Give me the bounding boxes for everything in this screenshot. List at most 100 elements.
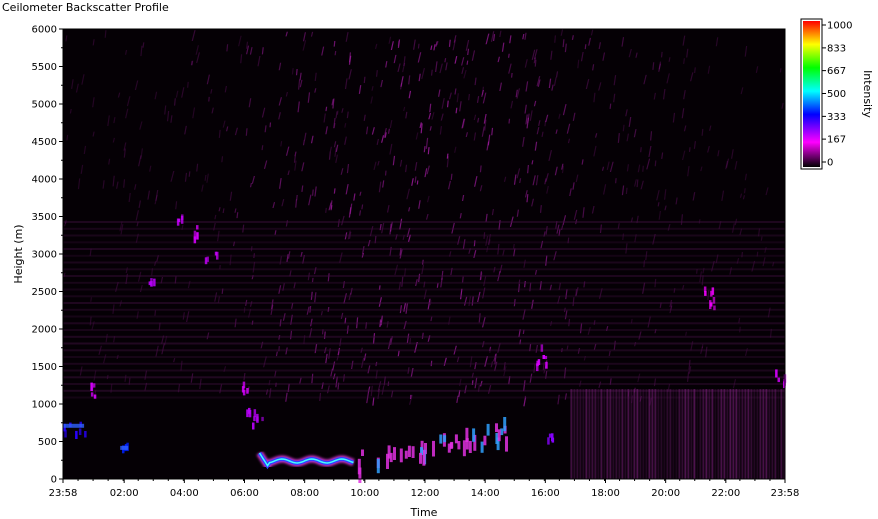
blob [462, 440, 466, 457]
noise-band [63, 254, 785, 257]
column-stripe [696, 389, 699, 479]
column-stripe [657, 389, 660, 479]
blob [214, 251, 218, 256]
colorbar-tick-label: 333 [827, 112, 846, 123]
column-stripe [777, 389, 780, 479]
column-stripe [690, 389, 693, 479]
blob [472, 428, 476, 442]
column-stripe [774, 389, 777, 479]
column-stripe [711, 389, 714, 479]
column-stripe [648, 389, 651, 479]
blob [503, 417, 507, 432]
y-tick-label: 1000 [32, 400, 57, 411]
blob [439, 434, 443, 444]
blob [242, 381, 246, 389]
colorbar-title: Intensity [861, 70, 874, 118]
column-stripe [639, 389, 642, 479]
noise-band [63, 248, 785, 250]
y-tick-label: 6000 [32, 25, 57, 36]
blob [777, 377, 780, 383]
noise-band [63, 261, 785, 264]
blob [389, 452, 393, 463]
column-stripe [645, 389, 648, 479]
blob [542, 355, 545, 359]
y-tick-label: 5500 [32, 62, 57, 73]
column-stripe [708, 389, 711, 479]
column-stripe [759, 389, 762, 479]
blob [75, 430, 78, 439]
noise-band [63, 362, 785, 365]
x-tick-label: 12:00 [411, 488, 440, 499]
blob [248, 409, 252, 418]
blob [449, 442, 453, 449]
column-stripe [717, 389, 720, 479]
blob [404, 450, 408, 459]
blob [486, 423, 490, 436]
column-stripe [606, 389, 609, 479]
column-stripe [720, 389, 723, 479]
blob [407, 445, 411, 457]
column-stripe [603, 389, 606, 479]
blob [196, 225, 199, 230]
column-stripe [642, 389, 645, 479]
noise-band [63, 295, 785, 298]
noise-band [63, 383, 785, 385]
blob [253, 416, 256, 422]
blob [545, 361, 548, 369]
x-tick-label: 02:00 [110, 488, 139, 499]
column-stripe [618, 389, 621, 479]
noise-band [63, 241, 785, 244]
column-stripe [705, 389, 708, 479]
column-stripe [678, 389, 681, 479]
blob [399, 448, 403, 463]
blob [92, 383, 96, 388]
y-tick-label: 500 [38, 437, 57, 448]
blob [196, 232, 199, 240]
column-stripe [723, 389, 726, 479]
x-tick-label: 18:00 [591, 488, 620, 499]
noise-band [63, 288, 785, 291]
blob [711, 287, 715, 295]
column-stripe [756, 389, 759, 479]
column-stripe [666, 389, 669, 479]
blob [253, 409, 257, 418]
column-stripe [762, 389, 765, 479]
y-axis-title: Height (m) [12, 224, 25, 283]
column-stripe [684, 389, 687, 479]
column-stripe [780, 389, 783, 479]
blob [242, 389, 246, 396]
colorbar-tick-label: 667 [827, 66, 846, 77]
noise-band [63, 369, 785, 372]
column-stripe [735, 389, 738, 479]
noise-band [63, 221, 785, 223]
blob [497, 429, 501, 442]
column-stripe [600, 389, 603, 479]
noise-band [63, 234, 785, 237]
blob [386, 453, 389, 469]
y-tick-label: 4000 [32, 175, 57, 186]
y-tick-label: 0 [51, 475, 57, 486]
column-stripe [609, 389, 612, 479]
colorbar-ticks: 1000 833 667 500 333 167 0 [822, 21, 852, 169]
column-stripe [747, 389, 750, 479]
column-stripe [771, 389, 774, 479]
column-stripe [741, 389, 744, 479]
column-stripe [588, 389, 591, 479]
x-tick-label: 10:00 [350, 488, 379, 499]
chart: 23:58 02:00 04:00 06:00 08:00 10:00 12:00 14:00… [12, 18, 874, 519]
noise-band [63, 308, 785, 311]
column-stripe [660, 389, 663, 479]
column-stripe [624, 389, 627, 479]
blob [93, 394, 97, 399]
blob [775, 369, 778, 378]
blob [90, 392, 94, 397]
blob [713, 305, 716, 311]
column-stripe [699, 389, 702, 479]
column-stripe [582, 389, 585, 479]
noise-band [63, 275, 785, 277]
column-stripe [615, 389, 618, 479]
blob [468, 440, 472, 453]
blob [256, 416, 259, 423]
noise-band [63, 329, 785, 331]
noise-band [63, 356, 785, 358]
